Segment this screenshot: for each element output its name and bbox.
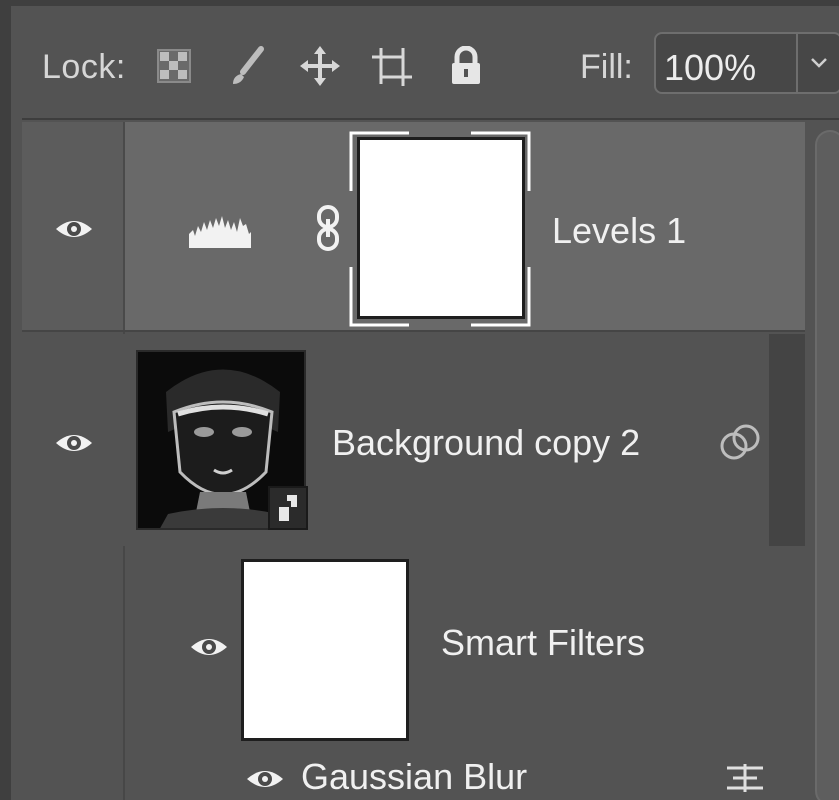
smart-object-badge-icon — [268, 486, 308, 530]
blending-options-icon[interactable] — [725, 762, 765, 796]
eye-icon[interactable] — [187, 634, 231, 660]
fill-value[interactable]: 100% — [664, 47, 756, 89]
smart-filters-label[interactable]: Smart Filters — [441, 622, 645, 664]
mask-white-fill — [357, 137, 525, 319]
lock-image-pixels-icon[interactable] — [227, 44, 267, 88]
layer-name[interactable]: Levels 1 — [552, 210, 686, 252]
filter-name[interactable]: Gaussian Blur — [301, 756, 527, 798]
scrollbar-thumb[interactable] — [815, 130, 839, 800]
lock-all-icon[interactable] — [446, 44, 486, 88]
eye-icon[interactable] — [243, 766, 287, 792]
lock-transparent-pixels-icon[interactable] — [154, 44, 194, 88]
layers-panel: Lock: Fill: 100% Levels 1 Background cop… — [0, 0, 839, 800]
layer-mask-thumbnail[interactable] — [349, 131, 531, 327]
lock-position-move-icon[interactable] — [300, 44, 340, 88]
lock-artboards-icon[interactable] — [372, 44, 412, 88]
link-chain-icon[interactable] — [314, 205, 342, 251]
layer-row-background-copy-2[interactable]: Background copy 2 — [22, 334, 805, 546]
row-scroll-strip — [769, 334, 805, 546]
chevron-down-icon[interactable] — [798, 34, 839, 92]
eye-icon[interactable] — [52, 216, 96, 242]
layer-row-levels[interactable]: Levels 1 — [22, 122, 805, 332]
smart-filter-icon[interactable] — [718, 422, 762, 462]
fill-opacity-field[interactable]: 100% — [654, 32, 839, 94]
eye-icon[interactable] — [52, 430, 96, 456]
lock-label: Lock: — [42, 48, 126, 86]
fill-label: Fill: — [580, 48, 633, 86]
levels-histogram-icon — [189, 208, 251, 248]
lock-bar: Lock: Fill: 100% — [22, 12, 839, 120]
smart-filter-mask-thumbnail[interactable] — [241, 559, 409, 741]
layer-name[interactable]: Background copy 2 — [332, 422, 640, 464]
